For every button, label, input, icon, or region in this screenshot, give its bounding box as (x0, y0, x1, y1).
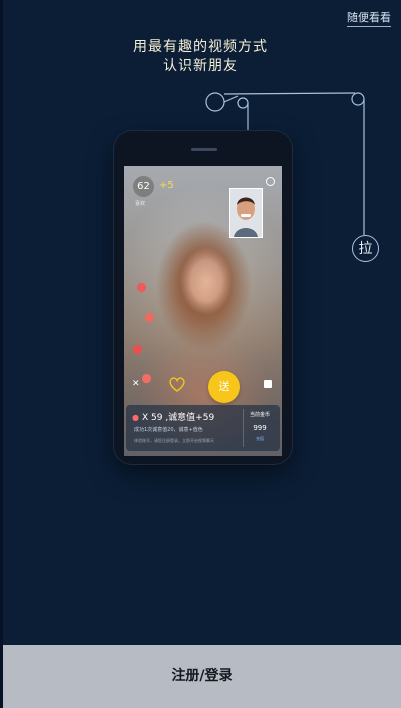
sincerity-note: 成功1次诚意值20，诚意+值色 (134, 427, 203, 433)
balance-value: 999 (253, 424, 267, 432)
phone-speaker (191, 148, 217, 151)
heart-icon[interactable] (168, 376, 186, 392)
viewer-increase: +5 (159, 180, 174, 191)
send-gift-button[interactable]: 送 (208, 371, 240, 403)
register-login-button[interactable]: 注册/登录 (3, 645, 401, 708)
balance-label: 当前金币 (249, 412, 270, 418)
gift-count-line: ● X 59 ,诚意值+59 (132, 410, 214, 423)
coin-balance: 当前金币 999 充值 (243, 409, 276, 447)
gift-info-panel: ● X 59 ,诚意值+59 成功1次诚意值20，诚意+值色 体验账号，请您注册登… (126, 405, 280, 451)
phone-mockup: 62 +5 喜欢 ✕ 送 ● X 59 ,诚意值+59 成功1次诚意值20，诚意… (114, 131, 292, 464)
rose-icon (132, 344, 143, 355)
video-preview: 62 +5 喜欢 ✕ 送 ● X 59 ,诚意值+59 成功1次诚意值20，诚意… (124, 166, 282, 456)
remote-video-thumbnail (229, 188, 263, 238)
viewer-count-badge: 62 (133, 176, 154, 197)
rose-icon (136, 282, 147, 293)
gift-count-text: X 59 ,诚意值+59 (141, 413, 215, 423)
person-avatar-icon (230, 189, 262, 237)
recharge-link[interactable]: 充值 (244, 436, 276, 442)
viewer-caption: 喜欢 (135, 201, 146, 207)
action-bar: ✕ 送 (124, 371, 282, 403)
rose-icon (144, 312, 155, 323)
pull-handle-label: 拉 (358, 241, 373, 257)
rose-icon: ● (132, 413, 139, 422)
camera-switch-icon (266, 177, 275, 186)
gift-box-icon[interactable] (264, 380, 272, 388)
close-button[interactable]: ✕ (132, 379, 140, 389)
footer-note: 体验账号，请您注册登录，立即开启视频聊天 (134, 438, 214, 443)
pull-handle[interactable]: 拉 (352, 235, 379, 262)
